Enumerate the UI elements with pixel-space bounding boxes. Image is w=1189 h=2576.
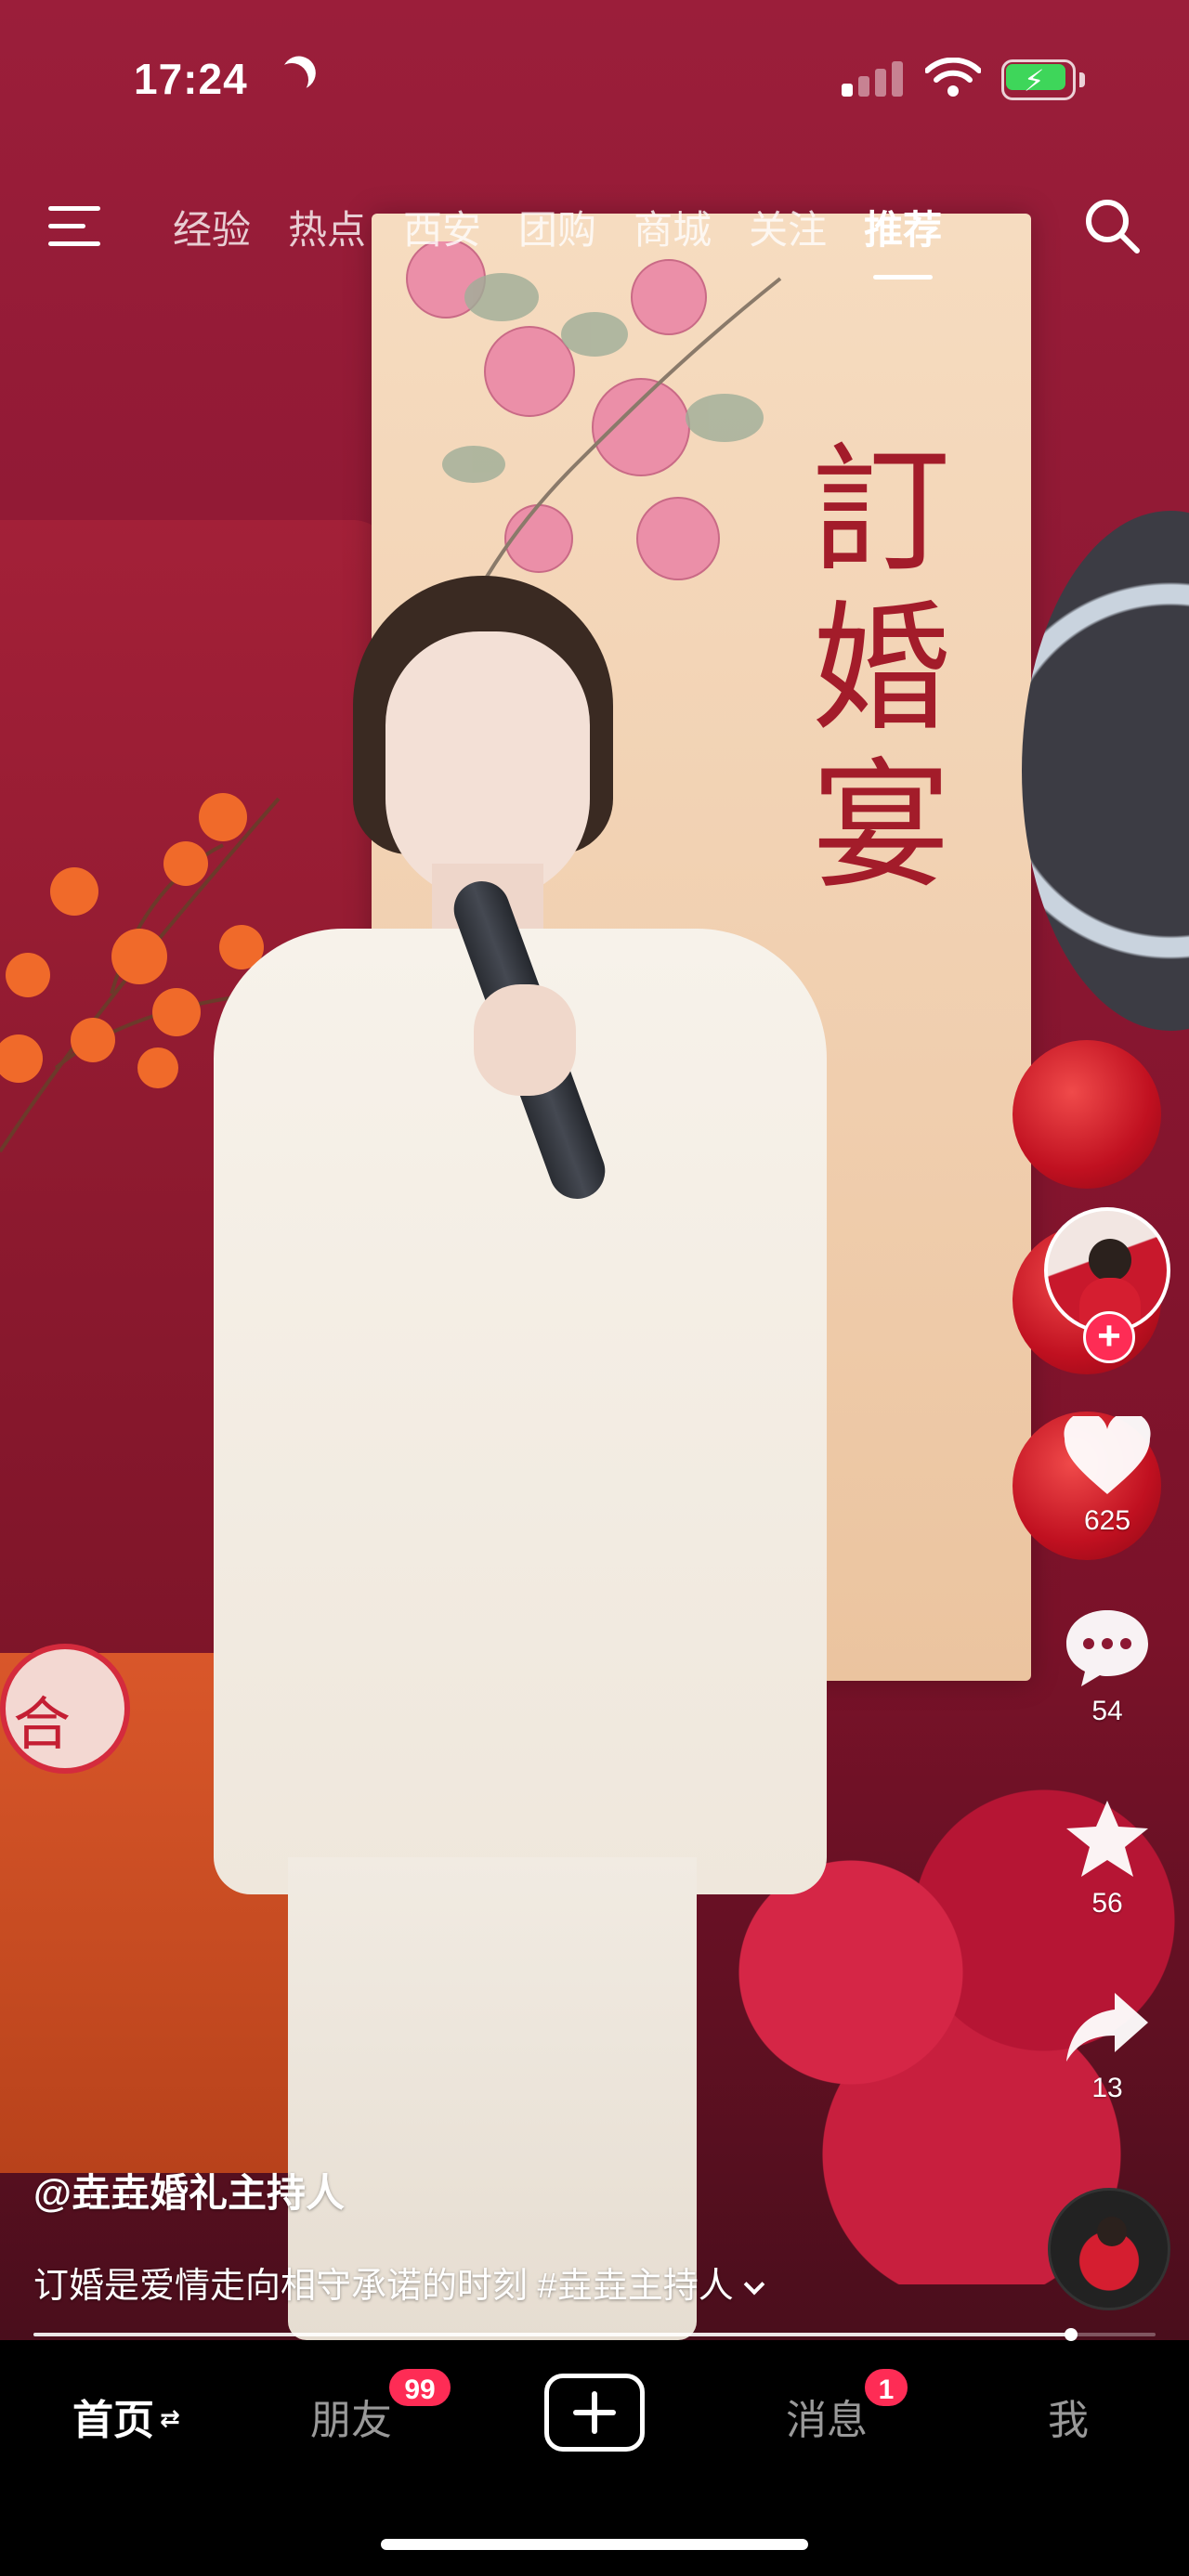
chevron-down-icon[interactable] — [743, 2273, 765, 2296]
tab-group-buy[interactable]: 团购 — [518, 199, 596, 255]
tab-xian[interactable]: 西安 — [403, 199, 481, 255]
double-happiness-medallion — [1022, 511, 1189, 1031]
bottom-tab-bar: 首页 ⇄ 朋友 99 消息 1 我 — [0, 2342, 1189, 2576]
messages-badge: 1 — [862, 2366, 910, 2409]
status-time: 17:24 — [134, 55, 248, 103]
battery-icon: ⚡ — [1001, 59, 1085, 100]
music-disc[interactable] — [1048, 2188, 1170, 2310]
add-button[interactable] — [544, 2374, 645, 2452]
like-button[interactable]: 625 — [1044, 1416, 1170, 1537]
video-description[interactable]: 订婚是爱情走向相守承诺的时刻 #垚垚主持人 — [33, 2257, 765, 2308]
comment-button[interactable]: 54 — [1044, 1607, 1170, 1727]
lantern — [1013, 1040, 1161, 1189]
favorite-button[interactable]: 56 — [1044, 1797, 1170, 1919]
tab-messages-label: 消息 — [786, 2398, 868, 2443]
tab-me-label: 我 — [1048, 2398, 1089, 2443]
author-name[interactable]: @垚垚婚礼主持人 — [33, 2162, 345, 2218]
hand — [474, 984, 576, 1096]
top-tabs: 经验 热点 西安 团购 商城 关注 推荐 — [173, 199, 979, 280]
wifi-icon — [925, 58, 981, 97]
top-nav: 经验 热点 西安 团购 商城 关注 推荐 — [0, 186, 1189, 288]
face — [385, 631, 590, 901]
video-player[interactable]: 訂婚宴 合 — [0, 0, 1189, 2340]
tab-home[interactable]: 首页 ⇄ — [72, 2387, 180, 2446]
tab-recommended[interactable]: 推荐 — [864, 199, 942, 280]
share-count: 13 — [1091, 2073, 1123, 2103]
moon-icon — [272, 60, 311, 99]
tab-friends[interactable]: 朋友 — [310, 2387, 392, 2446]
sign-text: 合 — [13, 1690, 72, 1758]
tab-mall[interactable]: 商城 — [634, 199, 712, 255]
home-indicator — [381, 2539, 808, 2550]
share-button[interactable]: 13 — [1044, 1987, 1170, 2104]
star-icon — [1066, 1801, 1148, 1877]
tab-friends-label: 朋友 — [310, 2398, 392, 2443]
description-text: 订婚是爱情走向相守承诺的时刻 #垚垚主持人 — [33, 2267, 734, 2306]
follow-button[interactable]: + — [1083, 1311, 1135, 1363]
tab-experience[interactable]: 经验 — [173, 199, 251, 255]
menu-icon[interactable] — [48, 204, 104, 249]
swap-icon: ⇄ — [160, 2404, 180, 2432]
comment-count: 54 — [1091, 1696, 1123, 1726]
status-bar: 17:24 ⚡ — [0, 0, 1189, 158]
tab-home-label: 首页 — [72, 2398, 154, 2443]
heart-sign: 合 — [0, 1644, 130, 1774]
tab-messages[interactable]: 消息 — [786, 2387, 868, 2446]
signal-icon — [842, 61, 905, 97]
comment-icon — [1066, 1610, 1148, 1686]
favorite-count: 56 — [1091, 1888, 1123, 1919]
search-icon[interactable] — [1083, 197, 1141, 254]
progress-fill — [33, 2333, 1072, 2336]
friends-badge: 99 — [386, 2366, 453, 2409]
share-arrow-icon — [1066, 1993, 1148, 2062]
playback-progress[interactable] — [33, 2328, 1156, 2341]
tab-trending[interactable]: 热点 — [288, 199, 366, 255]
like-count: 625 — [1083, 1505, 1131, 1536]
host-woman — [195, 576, 845, 2340]
tab-following[interactable]: 关注 — [749, 199, 827, 255]
tab-me[interactable]: 我 — [1048, 2387, 1089, 2446]
heart-icon — [1064, 1416, 1151, 1494]
